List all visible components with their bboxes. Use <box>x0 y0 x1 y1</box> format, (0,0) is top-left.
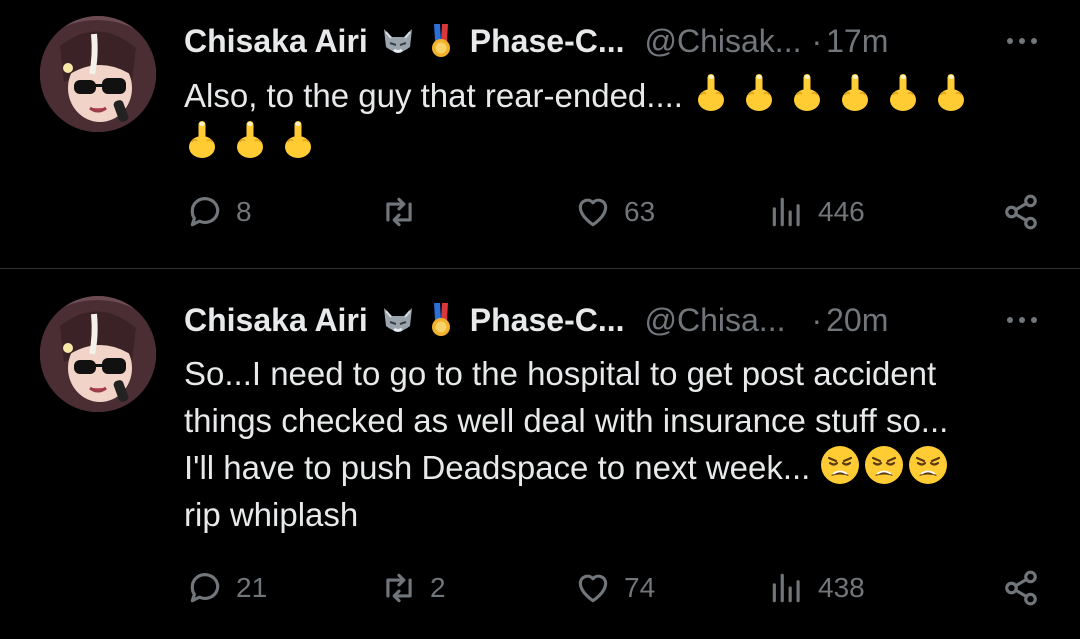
avatar[interactable] <box>40 296 156 412</box>
emoji-group <box>820 445 948 485</box>
reply-count: 21 <box>236 572 268 603</box>
tweet[interactable]: Chisaka Airi Phase-C... @Chisa... · 20m … <box>0 0 1080 606</box>
tweet-text-line: rip whiplash <box>184 496 359 533</box>
reply-button[interactable]: 21 <box>186 569 267 607</box>
weary-face-emoji-icon <box>820 445 860 485</box>
tweet-text: So...I need to go to the hospital to get… <box>184 350 1044 538</box>
tweet-text-line: I'll have to push Deadspace to next week… <box>184 449 811 486</box>
more-options-icon[interactable] <box>1004 304 1040 336</box>
avatar-image <box>40 296 156 412</box>
author-name[interactable]: Chisaka Airi <box>184 302 368 339</box>
wolf-emoji-icon <box>383 308 412 332</box>
weary-face-emoji-icon <box>864 445 904 485</box>
separator-dot: · <box>811 301 823 338</box>
views-count: 438 <box>818 572 865 603</box>
repost-icon <box>386 573 412 603</box>
tweet-text-line: So...I need to go to the hospital to get… <box>184 355 937 392</box>
tweet-header: Chisaka Airi Phase-C... @Chisa... · 20m <box>184 298 1040 342</box>
repost-button[interactable]: 2 <box>380 569 446 607</box>
tweet-text-line: things checked as well deal with insuran… <box>184 402 949 439</box>
repost-count: 2 <box>430 572 446 603</box>
medal-emoji-icon <box>431 303 450 336</box>
heart-icon <box>578 574 608 603</box>
timestamp[interactable]: 20m <box>826 302 888 339</box>
views-button[interactable]: 438 <box>768 569 865 607</box>
author-handle[interactable]: @Chisa... <box>645 302 786 339</box>
reply-icon <box>190 573 220 603</box>
like-count: 74 <box>624 572 656 603</box>
share-icon <box>1005 570 1037 606</box>
like-button[interactable]: 74 <box>574 569 655 607</box>
weary-face-emoji-icon <box>908 445 948 485</box>
share-button[interactable] <box>1002 569 1040 607</box>
community-name[interactable]: Phase-C... <box>470 302 625 339</box>
tweet-actions: 21 2 74 438 <box>186 569 1040 617</box>
views-icon <box>772 573 800 603</box>
